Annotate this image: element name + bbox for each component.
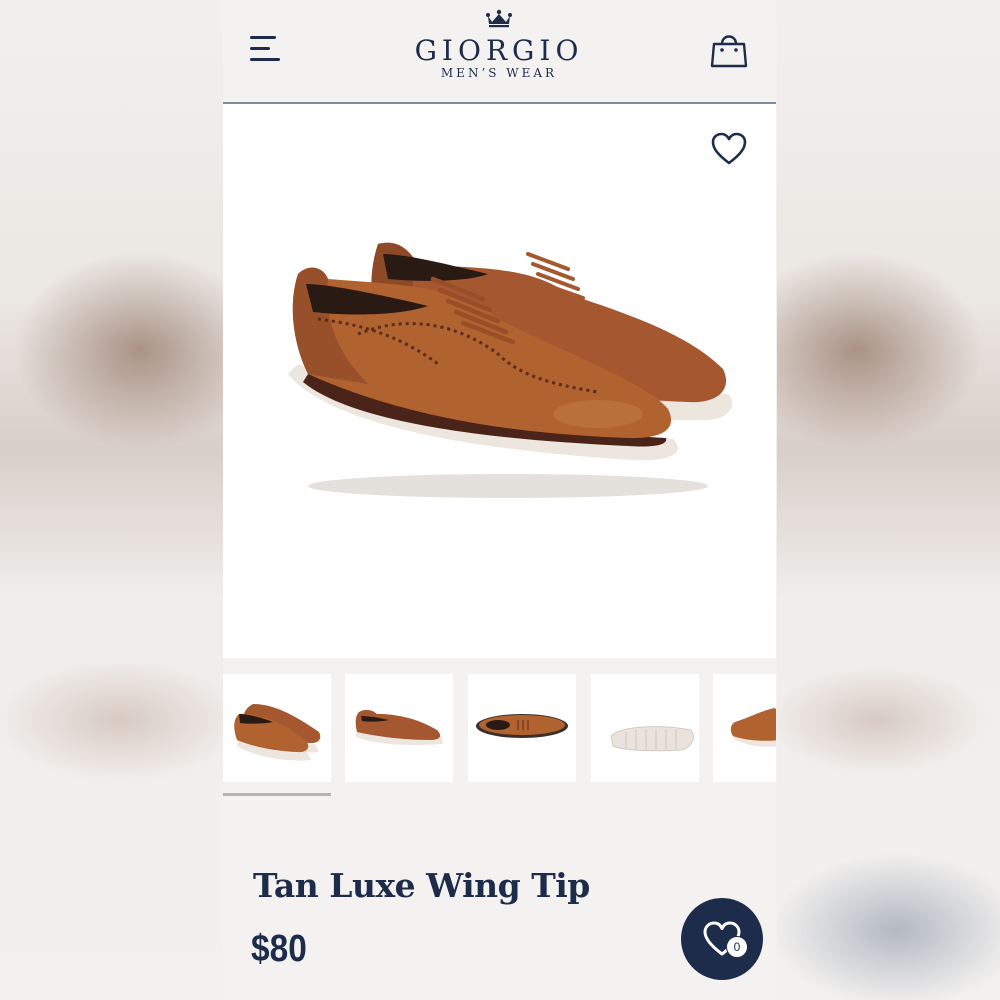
thumbnail-3[interactable] [468,674,576,782]
app-screen: GIORGIO MEN’S WEAR Tan Luxe Wing Tip $80… [223,0,776,1000]
brand-name: GIORGIO [414,34,584,67]
brand-logo[interactable]: GIORGIO MEN’S WEAR [399,8,599,80]
blurred-background-left [0,0,223,1000]
crown-icon [486,9,512,28]
wishlist-button[interactable]: 0 [681,898,763,980]
thumbnail-2[interactable] [345,674,453,782]
top-header: GIORGIO MEN’S WEAR [223,0,776,104]
blurred-background-right [777,0,1000,1000]
hamburger-menu-icon[interactable] [250,34,282,64]
thumbnail-1[interactable] [223,674,331,782]
brand-tagline: MEN’S WEAR [440,66,558,80]
thumbnail-5[interactable] [713,674,776,782]
heart-outline-icon[interactable] [710,131,748,167]
thumbnail-strip [223,674,776,782]
thumbnail-4[interactable] [591,674,699,782]
wishlist-count-badge: 0 [726,936,748,958]
product-title: Tan Luxe Wing Tip [253,866,590,905]
shopping-bag-icon[interactable] [709,30,749,70]
gallery-active-indicator [223,793,331,796]
product-hero-image[interactable] [223,104,776,658]
tan-wingtip-shoes-image [288,242,733,498]
product-price: $80 [251,928,307,970]
